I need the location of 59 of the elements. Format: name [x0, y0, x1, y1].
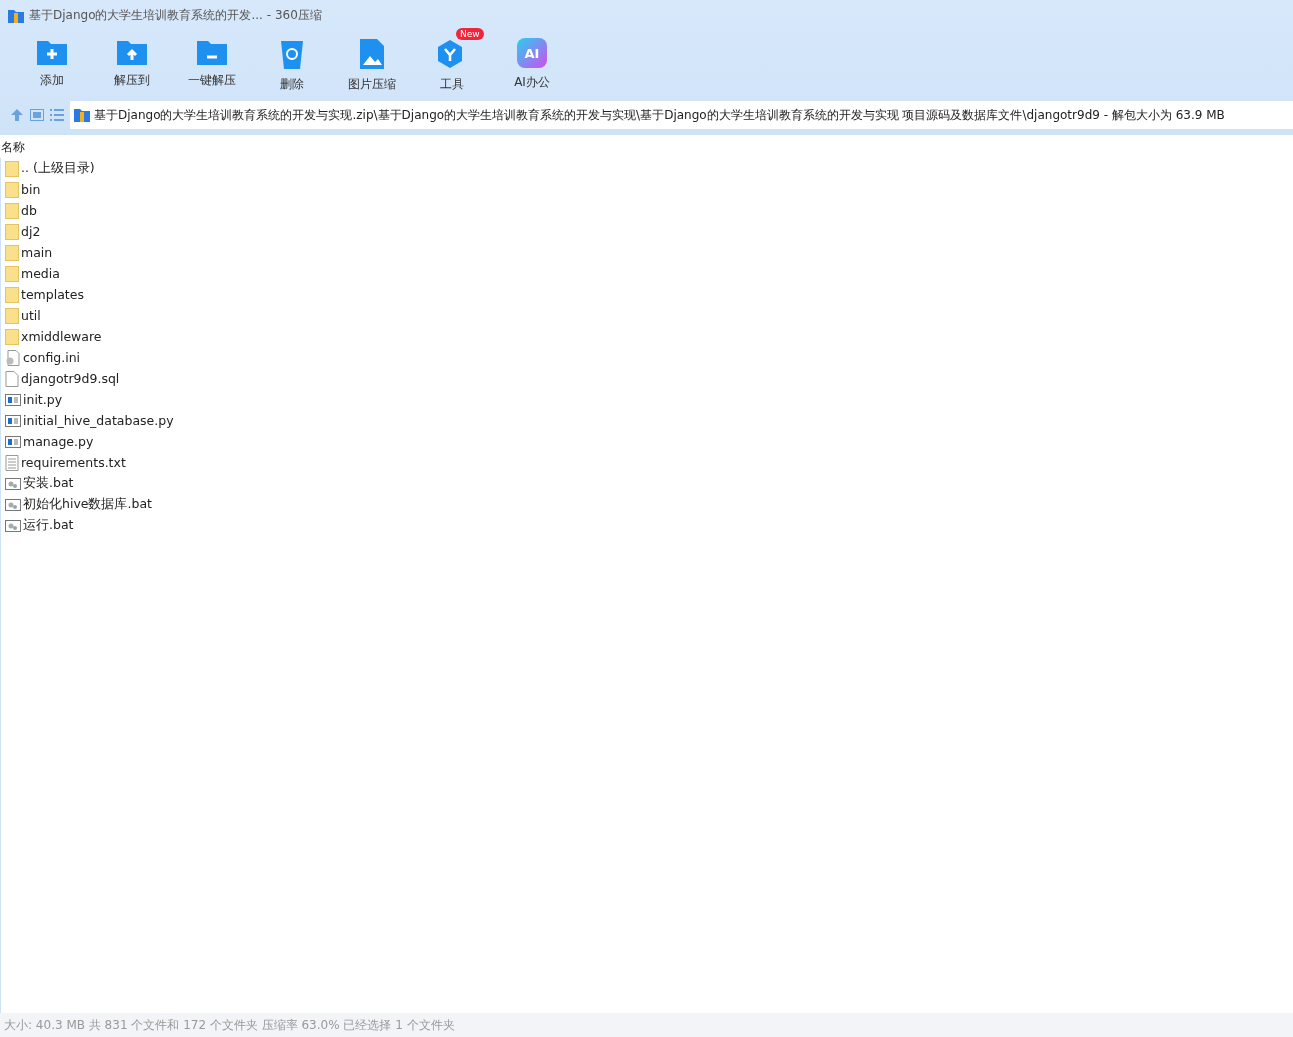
toolbar-button[interactable]: New 工具 — [412, 28, 492, 93]
folder-icon — [5, 202, 19, 219]
window-file-icon — [5, 414, 21, 427]
window-title: 基于Django的大学生培训教育系统的开发... - 360压缩 — [29, 7, 322, 24]
status-bar: 大小: 40.3 MB 共 831 个文件和 172 个文件夹 压缩率 63.0% 已经选择 1 个文件夹 — [0, 1013, 1293, 1037]
folder-icon — [5, 307, 19, 324]
file-name[interactable]: 初始化hive数据库.bat — [23, 496, 152, 513]
name-column-header[interactable]: 名称 — [0, 135, 1293, 158]
gears-window-icon — [5, 477, 21, 490]
folder-icon — [5, 223, 19, 240]
recycle-bin-icon — [280, 38, 304, 70]
archive-app-icon — [8, 7, 24, 24]
archive-icon — [74, 107, 90, 123]
file-name[interactable]: 安装.bat — [23, 475, 74, 492]
ai-app-icon: AI — [517, 38, 547, 68]
file-name[interactable]: djangotr9d9.sql — [21, 371, 120, 386]
folder-up-arrow-icon — [116, 38, 148, 66]
file-name[interactable]: db — [21, 203, 37, 218]
file-name[interactable]: media — [21, 266, 60, 281]
file-name[interactable]: templates — [21, 287, 84, 302]
file-name[interactable]: util — [21, 308, 41, 323]
toolbar-button[interactable]: 解压到 — [92, 28, 172, 93]
file-name[interactable]: dj2 — [21, 224, 41, 239]
file-name[interactable]: config.ini — [23, 350, 81, 365]
folder-icon — [5, 286, 19, 303]
address-field[interactable]: 基于Django的大学生培训教育系统的开发与实现.zip\基于Django的大学生培训教育系统的开发与实现\基于Django的大学生培训教育系统的开发与实现 项目源码及数据库文件\djangotr9d9 - 解包大小为 63.9 MB — [70, 101, 1293, 129]
folder-icon — [5, 244, 19, 261]
toolbar-button[interactable]: 删除 — [252, 28, 332, 93]
file-name[interactable]: xmiddleware — [21, 329, 102, 344]
file-name[interactable]: initial_hive_database.py — [23, 413, 174, 428]
file-name[interactable]: bin — [21, 182, 41, 197]
file-icon — [5, 370, 19, 387]
gears-window-icon — [5, 498, 21, 511]
file-name[interactable]: .. (上级目录) — [21, 160, 95, 177]
folder-icon — [5, 328, 19, 345]
list-view-icon[interactable] — [50, 109, 64, 121]
file-name[interactable]: manage.py — [23, 434, 94, 449]
address-path: 基于Django的大学生培训教育系统的开发与实现.zip\基于Django的大学生培训教育系统的开发与实现\基于Django的大学生培训教育系统的开发与实现 项目源码及数据库文件\djangotr9d9 - 解包大小为 63.9 MB — [94, 106, 1225, 124]
folder-plus-icon — [36, 38, 68, 66]
toolbar-button[interactable]: 添加 — [12, 28, 92, 93]
window-file-icon — [5, 393, 21, 406]
image-file-icon — [359, 38, 385, 70]
new-badge: New — [456, 28, 484, 40]
file-name[interactable]: 运行.bat — [23, 517, 74, 534]
up-arrow-icon[interactable] — [10, 108, 24, 122]
file-name[interactable]: main — [21, 245, 53, 260]
folder-minus-icon — [196, 38, 228, 66]
toolbar-button[interactable]: AI AI办公 — [492, 28, 572, 93]
folder-icon — [5, 160, 19, 177]
folder-icon — [5, 181, 19, 198]
text-file-icon — [5, 454, 19, 471]
toolbar-button[interactable]: 一键解压 — [172, 28, 252, 93]
file-name[interactable]: init.py — [23, 392, 63, 407]
folder-icon — [5, 265, 19, 282]
gears-window-icon — [5, 519, 21, 532]
file-name[interactable]: requirements.txt — [21, 455, 126, 470]
toolbar-button[interactable]: 图片压缩 — [332, 28, 412, 93]
thumbnail-view-icon[interactable] — [30, 109, 44, 121]
window-file-icon — [5, 435, 21, 448]
